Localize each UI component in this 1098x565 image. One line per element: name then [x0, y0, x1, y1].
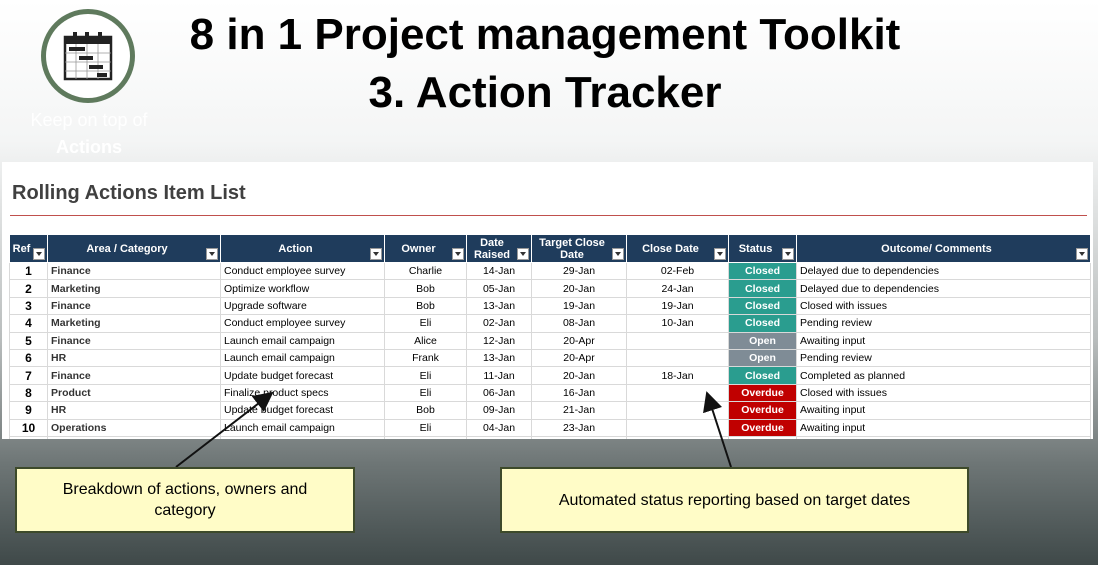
- left-callout-arrow: [175, 391, 274, 468]
- callout-actions-breakdown: Breakdown of actions, owners and categor…: [15, 467, 355, 533]
- right-callout-arrow: [703, 391, 732, 468]
- callout-automated-status: Automated status reporting based on targ…: [500, 467, 969, 533]
